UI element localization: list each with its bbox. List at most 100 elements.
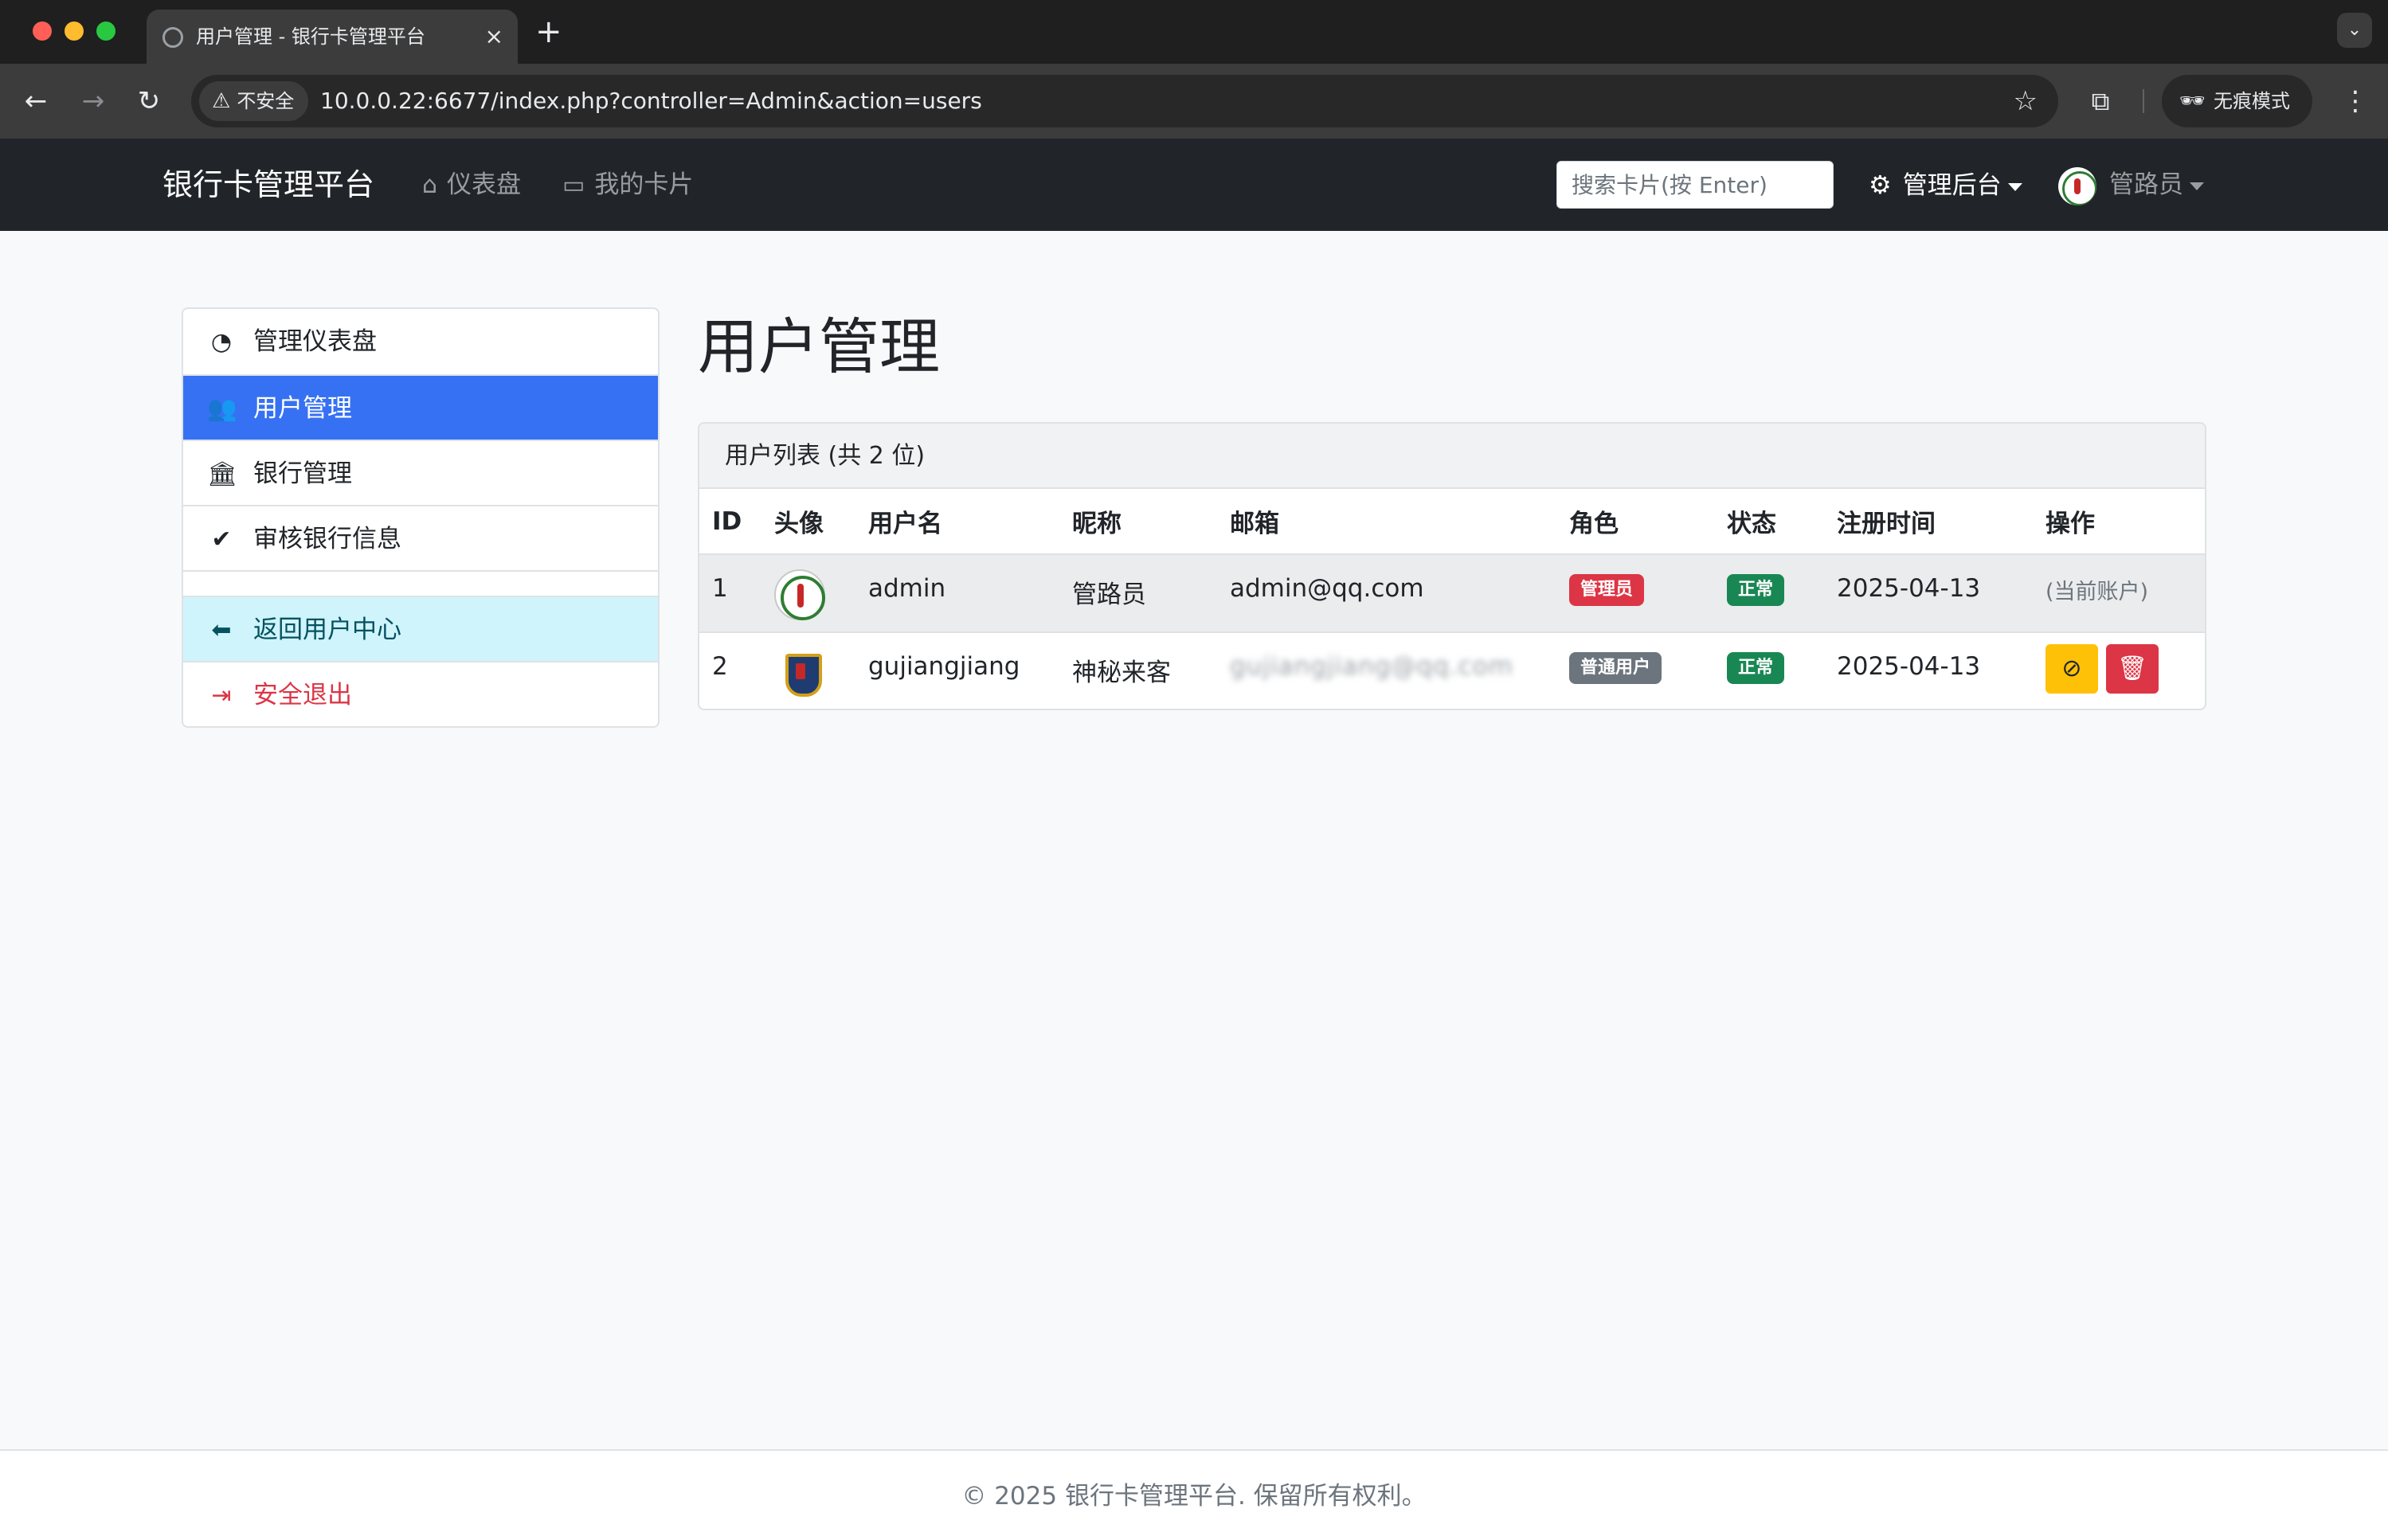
warning-icon: ⚠ [212, 89, 231, 113]
column-header-avatar: 头像 [761, 489, 855, 555]
column-header-id: ID [699, 489, 761, 555]
search-input[interactable] [1556, 161, 1834, 209]
gear-icon: ⚙ [1869, 170, 1892, 200]
logout-icon: ⇥ [211, 682, 232, 709]
table-row: 2 gujiangjiang 神秘来客 gujiangjiang@qq.com … [699, 632, 2205, 709]
tab-search-button[interactable]: ⌄ [2337, 13, 2372, 48]
sidebar-item-admin-dashboard[interactable]: ◔ 管理仪表盘 [183, 309, 658, 374]
user-avatar [2058, 166, 2096, 205]
column-header-nickname: 昵称 [1059, 489, 1217, 555]
cell-actions: ⊘ 🗑 [2033, 632, 2205, 709]
bookmark-star-icon[interactable]: ☆ [2014, 81, 2038, 121]
user-list-card: 用户列表 (共 2 位) ID 头像 用户名 昵称 邮箱 角色 状态 注册时间 … [698, 422, 2206, 710]
trash-icon: 🗑 [2116, 655, 2148, 682]
back-button[interactable]: ← [16, 81, 56, 121]
cell-role: 管理员 [1556, 554, 1714, 633]
app-navbar: 银行卡管理平台 ⌂ 仪表盘 ▭ 我的卡片 ⚙ 管理后台 管路员 [0, 139, 2388, 231]
column-header-status: 状态 [1714, 489, 1824, 555]
column-header-username: 用户名 [855, 489, 1059, 555]
table-header-row: ID 头像 用户名 昵称 邮箱 角色 状态 注册时间 操作 [699, 489, 2205, 555]
sidebar-item-label: 审核银行信息 [253, 525, 401, 553]
tab-strip: 用户管理 - 银行卡管理平台 × + ⌄ [0, 0, 2388, 64]
incognito-label: 无痕模式 [2214, 90, 2291, 112]
table-row: 1 admin 管路员 admin@qq.com 管理员 正常 2025-04-… [699, 554, 2205, 633]
caret-down-icon [2190, 182, 2204, 190]
user-avatar [774, 569, 825, 620]
forward-button[interactable]: → [73, 81, 113, 121]
sidebar-item-user-management[interactable]: 👥 用户管理 [183, 374, 658, 440]
status-badge: 正常 [1727, 652, 1785, 684]
role-badge: 普通用户 [1569, 652, 1662, 684]
address-bar[interactable]: ⚠ 不安全 10.0.0.22:6677/index.php?controller… [191, 75, 2058, 127]
sidebar-item-bank-management[interactable]: 🏛 银行管理 [183, 440, 658, 505]
ban-icon: ⊘ [2061, 655, 2082, 682]
cell-username: gujiangjiang [868, 652, 1020, 681]
admin-dropdown-toggle[interactable]: ⚙ 管理后台 [1869, 162, 2022, 208]
incognito-icon: 🕶 [2179, 89, 2206, 113]
window-minimize-button[interactable] [65, 21, 84, 41]
card-header: 用户列表 (共 2 位) [699, 424, 2205, 489]
nav-link-my-cards[interactable]: ▭ 我的卡片 [562, 162, 693, 208]
browser-menu-icon[interactable]: ⋮ [2335, 81, 2375, 121]
current-account-label: (当前账户) [2045, 580, 2149, 604]
cell-email: admin@qq.com [1217, 554, 1556, 633]
window-close-button[interactable] [33, 21, 52, 41]
browser-toolbar: ← → ↻ ⚠ 不安全 10.0.0.22:6677/index.php?cont… [0, 64, 2388, 139]
navbar-brand[interactable]: 银行卡管理平台 [162, 162, 374, 207]
extensions-icon[interactable]: ⧉ [2081, 81, 2120, 121]
sidebar-item-label: 银行管理 [253, 459, 352, 488]
cell-email: gujiangjiang@qq.com [1217, 632, 1556, 709]
bank-icon: 🏛 [207, 460, 238, 488]
cell-username: admin [855, 554, 1059, 633]
browser-tab-active[interactable]: 用户管理 - 银行卡管理平台 × [147, 10, 518, 64]
incognito-indicator[interactable]: 🕶 无痕模式 [2162, 75, 2313, 127]
sidebar-item-label: 管理仪表盘 [253, 327, 377, 356]
user-menu-label: 管路员 [2109, 170, 2183, 199]
sidebar-item-back-to-user-center[interactable]: ⬅ 返回用户中心 [183, 596, 658, 661]
url-text: 10.0.0.22:6677/index.php?controller=Admi… [320, 88, 982, 114]
column-header-role: 角色 [1556, 489, 1714, 555]
window-zoom-button[interactable] [96, 21, 115, 41]
cell-registered: 2025-04-13 [1837, 652, 1981, 681]
cell-nickname: 管路员 [1059, 554, 1217, 633]
column-header-email: 邮箱 [1217, 489, 1556, 555]
disable-user-button[interactable]: ⊘ [2045, 644, 2098, 694]
sidebar-item-label: 安全退出 [253, 681, 352, 709]
sidebar-item-logout[interactable]: ⇥ 安全退出 [183, 661, 658, 726]
nav-link-dashboard[interactable]: ⌂ 仪表盘 [422, 162, 521, 208]
users-icon: 👥 [207, 395, 237, 423]
sidebar-divider [183, 570, 658, 596]
role-badge: 管理员 [1569, 574, 1645, 606]
user-avatar [774, 647, 825, 698]
delete-user-button[interactable]: 🗑 [2106, 644, 2159, 694]
cell-registered: 2025-04-13 [1824, 554, 2033, 633]
cell-nickname: 神秘来客 [1072, 659, 1171, 687]
cell-id: 2 [712, 652, 728, 681]
page-title: 用户管理 [698, 311, 940, 382]
nav-link-label: 我的卡片 [594, 170, 694, 199]
cell-id: 1 [699, 554, 761, 633]
sidebar-item-label: 返回用户中心 [253, 616, 401, 644]
nav-link-label: 仪表盘 [447, 170, 522, 199]
email-blurred: gujiangjiang@qq.com [1230, 652, 1513, 681]
tab-title: 用户管理 - 银行卡管理平台 [196, 25, 425, 48]
sidebar: ◔ 管理仪表盘 👥 用户管理 🏛 银行管理 ✔ 审核银行信息 ⬅ 返回用户中心 ⇥ 安全退出 [182, 307, 660, 728]
page-footer: © 2025 银行卡管理平台. 保留所有权利。 [0, 1449, 2388, 1540]
sidebar-item-label: 用户管理 [253, 394, 352, 423]
security-indicator[interactable]: ⚠ 不安全 [199, 81, 309, 121]
column-header-actions: 操作 [2033, 489, 2205, 555]
cell-status: 正常 [1714, 632, 1824, 709]
cell-avatar [761, 554, 855, 633]
verified-badge-icon: ✔ [211, 526, 232, 553]
user-table: ID 头像 用户名 昵称 邮箱 角色 状态 注册时间 操作 1 admin 管路… [699, 489, 2205, 709]
arrow-left-circle-icon: ⬅ [211, 616, 232, 644]
reload-button[interactable]: ↻ [129, 81, 169, 121]
toolbar-divider [2143, 89, 2144, 113]
sidebar-item-review-bank-info[interactable]: ✔ 审核银行信息 [183, 505, 658, 570]
user-dropdown-toggle[interactable]: 管路员 [2058, 162, 2204, 207]
tab-close-icon[interactable]: × [485, 21, 503, 53]
column-header-registered: 注册时间 [1824, 489, 2033, 555]
security-label: 不安全 [237, 90, 295, 112]
new-tab-button[interactable]: + [535, 14, 562, 49]
cell-status: 正常 [1714, 554, 1824, 633]
